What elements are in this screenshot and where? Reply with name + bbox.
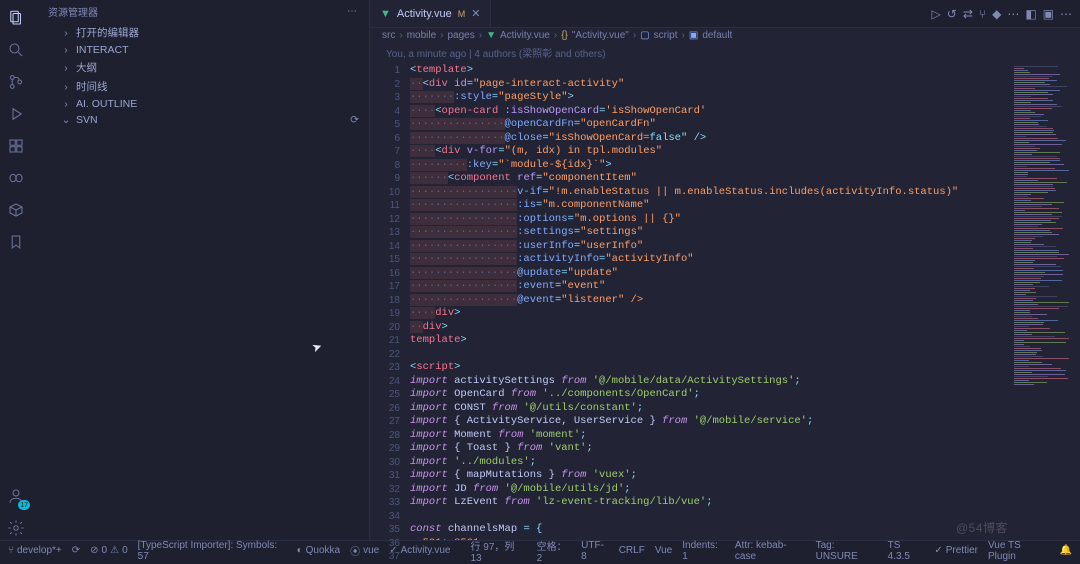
tab-close-icon[interactable]: ✕	[471, 7, 480, 20]
sidebar-section-outline[interactable]: ›大纲	[32, 58, 369, 77]
status-quokka[interactable]: ◐ Quokka	[297, 545, 341, 556]
sidebar-section-editors[interactable]: ›打开的编辑器	[32, 23, 369, 42]
status-bell[interactable]: 🔔	[1060, 545, 1072, 556]
refresh-icon[interactable]: ⟳	[350, 114, 359, 126]
status-attr[interactable]: Attr: kebab-case	[735, 540, 806, 562]
diff-icon[interactable]: ⇄	[963, 7, 973, 21]
vue-icon: ▼	[380, 8, 391, 20]
status-sync[interactable]: ⟳	[72, 545, 80, 556]
status-tsimport[interactable]: [TypeScript Importer]: Symbols: 57	[138, 540, 287, 562]
split-icon[interactable]: ◧	[1025, 7, 1036, 21]
box-icon[interactable]	[4, 198, 28, 222]
module-icon: ▣	[689, 30, 698, 41]
braces-icon: {}	[561, 30, 568, 41]
tab-actions: ▷ ↺ ⇄ ⑂ ◆ ⋯ ◧ ▣ ⋯	[932, 7, 1080, 21]
author-line: You, a minute ago | 4 authors (梁照彰 and o…	[370, 43, 1080, 62]
status-ts[interactable]: TS 4.3.5	[888, 540, 925, 562]
sidebar-title: 资源管理器	[48, 4, 98, 19]
sidebar-more-icon[interactable]: ⋯	[347, 6, 357, 17]
settings-icon[interactable]	[4, 516, 28, 540]
explorer-icon[interactable]	[4, 6, 28, 30]
script-icon: ▢	[640, 30, 649, 41]
code[interactable]: <template>··<div id="page-interact-activ…	[410, 62, 1010, 540]
sidebar: 资源管理器 ⋯ ›打开的编辑器 ›INTERACT ›大纲 ›时间线 ›AI. …	[32, 0, 370, 540]
status-problems[interactable]: ⊘ 0 ⚠ 0	[90, 545, 127, 556]
bookmark-icon[interactable]	[4, 230, 28, 254]
history-icon[interactable]: ↺	[947, 7, 957, 21]
overflow-icon[interactable]: ⋯	[1060, 7, 1072, 21]
tab-activity[interactable]: ▼ Activity.vue M ✕	[370, 0, 491, 27]
status-branch[interactable]: ⑂ develop*+	[8, 545, 62, 556]
sidebar-section-interact[interactable]: ›INTERACT	[32, 42, 369, 58]
more-icon[interactable]: ⋯	[1007, 7, 1019, 21]
status-tsplugin[interactable]: Vue TS Plugin	[988, 540, 1050, 562]
status-eol[interactable]: CRLF	[619, 545, 645, 556]
account-icon[interactable]: 17	[4, 484, 28, 508]
extensions-icon[interactable]	[4, 134, 28, 158]
sidebar-section-ai-outline[interactable]: ›AI. OUTLINE	[32, 96, 369, 112]
tabbar: ▼ Activity.vue M ✕ ▷ ↺ ⇄ ⑂ ◆ ⋯ ◧ ▣ ⋯	[370, 0, 1080, 28]
breadcrumb[interactable]: src› mobile› pages› ▼ Activity.vue› {} "…	[370, 28, 1080, 43]
search-icon[interactable]	[4, 38, 28, 62]
account-badge: 17	[18, 500, 30, 510]
status-prettier[interactable]: ✓ Prettier	[934, 545, 978, 556]
statusbar: ⑂ develop*+ ⟳ ⊘ 0 ⚠ 0 [TypeScript Import…	[0, 540, 1080, 560]
status-encoding[interactable]: UTF-8	[581, 540, 609, 562]
cursor-icon: ➤	[310, 339, 324, 356]
status-lang[interactable]: Vue	[655, 545, 672, 556]
minimap[interactable]	[1010, 62, 1080, 540]
compass-icon[interactable]: ◆	[992, 7, 1001, 21]
layout-icon[interactable]: ▣	[1043, 7, 1054, 21]
editor-area: ▼ Activity.vue M ✕ ▷ ↺ ⇄ ⑂ ◆ ⋯ ◧ ▣ ⋯ src…	[370, 0, 1080, 540]
tab-modified: M	[458, 9, 466, 19]
copilot-icon[interactable]	[4, 166, 28, 190]
branch-icon[interactable]: ⑂	[979, 7, 986, 21]
status-tag[interactable]: Tag: UNSURE	[816, 540, 878, 562]
activity-bar: 17	[0, 0, 32, 540]
tab-label: Activity.vue	[397, 8, 452, 20]
sidebar-section-timeline[interactable]: ›时间线	[32, 77, 369, 96]
run-icon[interactable]: ▷	[932, 7, 941, 21]
source-control-icon[interactable]	[4, 70, 28, 94]
status-indents[interactable]: Indents: 1	[682, 540, 725, 562]
gutter: 1234567891011121314151617181920212223242…	[370, 62, 410, 540]
debug-icon[interactable]	[4, 102, 28, 126]
sidebar-section-svn[interactable]: ⌄SVN⟳	[32, 112, 369, 128]
vue-icon: ▼	[486, 30, 496, 41]
